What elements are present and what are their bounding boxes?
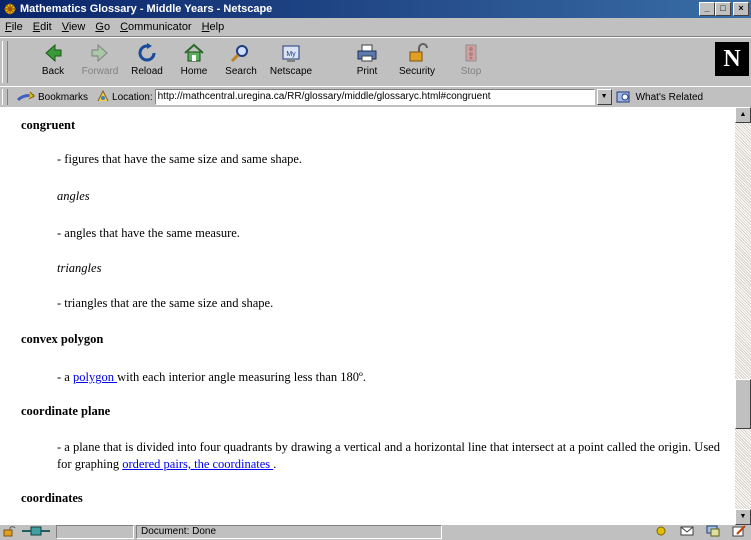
netscape-app-icon <box>3 2 17 16</box>
term-congruent: congruent <box>21 118 76 132</box>
reload-button[interactable]: Reload <box>122 42 172 82</box>
stop-button[interactable]: Stop <box>446 42 496 82</box>
menu-edit[interactable]: Edit <box>28 21 57 33</box>
definition-coordinate-plane: - a plane that is divided into four quad… <box>57 440 720 471</box>
connection-icon[interactable] <box>20 525 52 540</box>
bookmarks-icon <box>16 91 35 102</box>
progress-panel <box>56 525 134 539</box>
whats-related-button[interactable]: What's Related <box>616 90 704 104</box>
netscape-logo[interactable]: N <box>715 42 749 76</box>
subterm-triangles: triangles <box>57 261 102 275</box>
term-coordinates: coordinates <box>21 491 83 505</box>
newsgroups-icon[interactable] <box>705 525 721 540</box>
print-label: Print <box>356 66 378 77</box>
home-label: Home <box>180 66 208 77</box>
menu-view[interactable]: View <box>57 21 91 33</box>
navigation-toolbar: Back Forward Reload Home Search My Netsc… <box>0 37 751 87</box>
term-coordinate-plane: coordinate plane <box>21 404 111 418</box>
url-field[interactable]: http://mathcentral.uregina.ca/RR/glossar… <box>154 89 595 105</box>
bookmarks-label: Bookmarks <box>38 91 89 103</box>
reload-icon <box>138 43 156 62</box>
menu-go[interactable]: Go <box>90 21 115 33</box>
location-toolbar: Bookmarks Location: http://mathcentral.u… <box>0 86 751 108</box>
definition-triangles: - triangles that are the same size and s… <box>57 296 274 310</box>
vertical-scrollbar[interactable]: ▲ ▼ <box>735 107 751 525</box>
menu-communicator[interactable]: Communicator <box>115 21 197 33</box>
printer-icon <box>357 44 377 62</box>
location-label: Location: <box>112 91 153 103</box>
definition-convex-polygon: - a polygon with each interior angle mea… <box>57 370 367 384</box>
component-bar <box>653 525 747 540</box>
svg-text:My: My <box>286 51 296 58</box>
menu-file[interactable]: File <box>0 21 28 33</box>
security-button[interactable]: Security <box>392 42 442 82</box>
security-status-icon[interactable] <box>2 525 16 540</box>
whats-related-label: What's Related <box>635 91 704 103</box>
search-button[interactable]: Search <box>216 42 266 82</box>
menu-bar: File Edit View Go Communicator Help <box>0 18 751 37</box>
forward-label: Forward <box>81 66 119 77</box>
window-title: Mathematics Glossary - Middle Years - Ne… <box>20 3 273 15</box>
back-arrow-icon <box>45 43 62 63</box>
composer-icon[interactable] <box>731 525 747 540</box>
definition-congruent: - figures that have the same size and sa… <box>57 152 303 166</box>
scroll-up-button[interactable]: ▲ <box>735 107 751 123</box>
home-button[interactable]: Home <box>169 42 219 82</box>
page-content: congruent - figures that have the same s… <box>0 107 735 525</box>
padlock-icon <box>409 43 428 62</box>
location-toolbar-grip[interactable] <box>2 89 8 105</box>
forward-arrow-icon <box>91 43 108 63</box>
netscape-label: Netscape <box>269 66 313 77</box>
minimize-button[interactable]: _ <box>699 2 715 16</box>
scroll-thumb[interactable] <box>735 379 751 429</box>
netscape-button[interactable]: My Netscape <box>266 42 316 82</box>
home-icon <box>184 43 204 62</box>
close-button[interactable]: × <box>733 2 749 16</box>
back-button[interactable]: Back <box>28 42 78 82</box>
whats-related-icon <box>616 91 630 103</box>
menu-help[interactable]: Help <box>197 21 230 33</box>
definition-angles: - angles that have the same measure. <box>57 226 240 240</box>
subterm-angles: angles <box>57 189 90 203</box>
back-label: Back <box>41 66 65 77</box>
reload-label: Reload <box>131 66 163 77</box>
status-text: Document: Done <box>136 525 442 539</box>
search-icon <box>230 45 248 63</box>
bookmarks-button[interactable]: Bookmarks <box>16 90 88 104</box>
stop-icon <box>465 44 477 62</box>
mail-icon[interactable] <box>679 525 695 540</box>
maximize-button[interactable]: □ <box>715 2 731 16</box>
stop-label: Stop <box>460 66 482 77</box>
security-label: Security <box>398 66 436 77</box>
scroll-down-button[interactable]: ▼ <box>735 509 751 525</box>
navigator-icon[interactable] <box>653 525 669 540</box>
term-convex-polygon: convex polygon <box>21 332 104 346</box>
ordered-pairs-link[interactable]: ordered pairs, the coordinates <box>122 457 273 471</box>
url-dropdown-button[interactable]: ▼ <box>596 89 612 105</box>
polygon-link[interactable]: polygon <box>73 370 117 384</box>
status-bar: Document: Done <box>0 525 751 539</box>
my-netscape-icon: My <box>282 45 300 62</box>
location-page-icon[interactable] <box>96 89 110 106</box>
title-bar: Mathematics Glossary - Middle Years - Ne… <box>0 0 751 18</box>
search-label: Search <box>225 66 257 77</box>
forward-button[interactable]: Forward <box>75 42 125 82</box>
toolbar-grip[interactable] <box>2 41 8 83</box>
print-button[interactable]: Print <box>342 42 392 82</box>
